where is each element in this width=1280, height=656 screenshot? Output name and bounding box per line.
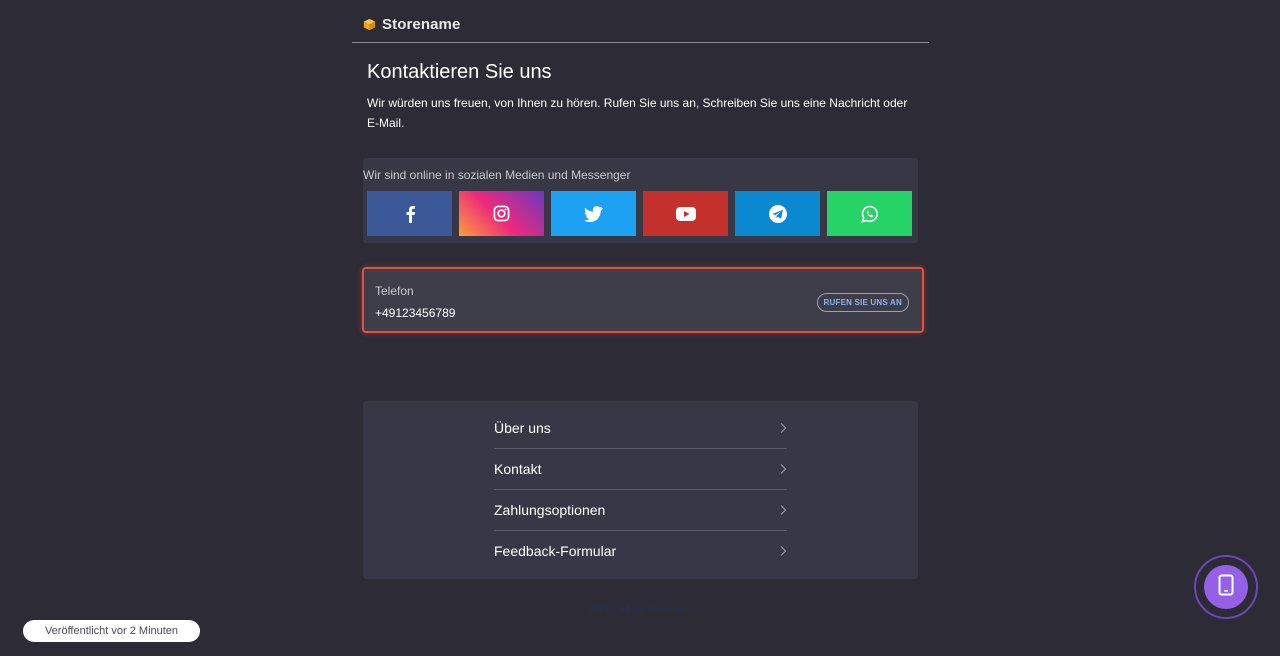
store-logo[interactable]: Storename — [363, 16, 460, 33]
whatsapp-button[interactable] — [827, 191, 912, 236]
menu-item-ueber-uns[interactable]: Über uns — [494, 408, 787, 449]
whatsapp-icon — [860, 205, 879, 223]
page-title: Kontaktieren Sie uns — [367, 61, 552, 83]
twitter-icon — [584, 205, 603, 222]
menu-item-kontakt[interactable]: Kontakt — [494, 449, 787, 490]
menu-item-label: Kontakt — [494, 461, 542, 477]
instagram-icon — [493, 205, 510, 222]
telegram-icon — [768, 204, 787, 223]
chevron-right-icon — [779, 463, 787, 475]
chevron-right-icon — [779, 422, 787, 434]
instagram-button[interactable] — [459, 191, 544, 236]
youtube-icon — [675, 206, 696, 221]
social-card: Wir sind online in sozialen Medien und M… — [363, 158, 918, 243]
phone-label: Telefon — [375, 284, 414, 298]
facebook-button[interactable] — [367, 191, 452, 236]
menu-item-zahlungsoptionen[interactable]: Zahlungsoptionen — [494, 490, 787, 531]
menu-item-label: Über uns — [494, 420, 551, 436]
facebook-icon — [403, 205, 417, 223]
twitter-button[interactable] — [551, 191, 636, 236]
social-buttons — [367, 191, 912, 236]
device-preview-button[interactable] — [1194, 555, 1258, 619]
menu-item-label: Feedback-Formular — [494, 543, 617, 559]
chevron-right-icon — [779, 545, 787, 557]
footer-menu-card: Über uns Kontakt Zahlungsoptionen Feedba… — [363, 401, 918, 579]
menu-item-feedback-formular[interactable]: Feedback-Formular — [494, 531, 787, 571]
phone-card: Telefon +49123456789 RUFEN SIE UNS AN — [362, 267, 924, 333]
youtube-button[interactable] — [643, 191, 728, 236]
social-title: Wir sind online in sozialen Medien und M… — [363, 168, 631, 182]
call-us-button[interactable]: RUFEN SIE UNS AN — [816, 293, 909, 312]
menu-item-label: Zahlungsoptionen — [494, 502, 606, 518]
footer-menu: Über uns Kontakt Zahlungsoptionen Feedba… — [494, 408, 787, 571]
mobile-device-icon — [1218, 574, 1234, 601]
store-name: Storename — [382, 16, 461, 33]
phone-number[interactable]: +49123456789 — [375, 306, 455, 320]
chevron-right-icon — [779, 504, 787, 516]
published-status-badge: Veröffentlicht vor 2 Minuten — [23, 620, 200, 642]
page-intro: Wir würden uns freuen, von Ihnen zu höre… — [367, 96, 908, 130]
telegram-button[interactable] — [735, 191, 820, 236]
store-header: Storename — [352, 0, 929, 43]
device-preview-inner — [1204, 565, 1248, 609]
box-icon — [363, 18, 376, 31]
copyright-text: 2019 © All rights reserved — [588, 604, 692, 614]
